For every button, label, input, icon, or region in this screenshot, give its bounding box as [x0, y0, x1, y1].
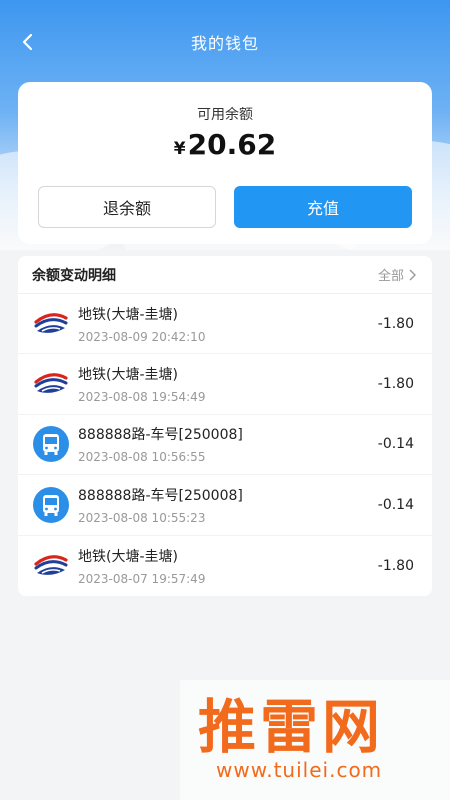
transaction-name: 888888路-车号[250008] [78, 487, 243, 504]
transaction-row[interactable]: 888888路-车号[250008] 2023-08-08 10:55:23 -… [18, 475, 432, 536]
metro-logo-icon [32, 305, 70, 343]
view-all-link[interactable]: 全部 [378, 265, 416, 284]
recharge-button[interactable]: 充值 [234, 186, 412, 228]
transaction-amount: -0.14 [377, 436, 414, 453]
transaction-time: 2023-08-08 10:55:23 [78, 510, 206, 525]
refund-button[interactable]: 退余额 [38, 186, 216, 228]
top-bar: 我的钱包 [0, 20, 450, 64]
chevron-right-icon [408, 269, 416, 281]
transaction-time: 2023-08-07 19:57:49 [78, 571, 206, 586]
back-button[interactable] [14, 28, 42, 56]
page-title: 我的钱包 [190, 34, 259, 53]
transaction-name: 地铁(大塘-圭塘) [78, 306, 178, 323]
balance-label: 可用余额 [197, 107, 253, 123]
transaction-amount: -0.14 [377, 496, 414, 513]
view-all-label: 全部 [377, 269, 404, 284]
metro-logo-icon [32, 547, 70, 585]
transaction-row[interactable]: 888888路-车号[250008] 2023-08-08 10:56:55 -… [18, 415, 432, 476]
transaction-amount: -1.80 [377, 376, 414, 393]
balance-amount: ¥20.62 [18, 128, 432, 161]
transaction-time: 2023-08-09 20:42:10 [78, 329, 206, 344]
site-watermark: 推雷网 www.tuilei.com [180, 680, 450, 800]
transaction-time: 2023-08-08 19:54:49 [78, 390, 206, 405]
history-title: 余额变动明细 [32, 267, 116, 284]
watermark-logo-text: 推雷网 [198, 693, 385, 761]
transaction-name: 888888路-车号[250008] [78, 427, 243, 444]
transaction-amount: -1.80 [377, 557, 414, 574]
transaction-name: 地铁(大塘-圭塘) [78, 367, 178, 384]
transaction-row[interactable]: 地铁(大塘-圭塘) 2023-08-09 20:42:10 -1.80 [18, 294, 432, 355]
balance-value: 20.62 [187, 128, 277, 161]
balance-history-panel: 余额变动明细 全部 地铁(大塘-圭塘) 2023-08-09 20:42:10 … [18, 256, 432, 596]
transaction-row[interactable]: 地铁(大塘-圭塘) 2023-08-08 19:54:49 -1.80 [18, 354, 432, 415]
bus-icon [32, 486, 70, 524]
chevron-left-icon [22, 33, 33, 51]
transaction-row[interactable]: 地铁(大塘-圭塘) 2023-08-07 19:57:49 -1.80 [18, 536, 432, 596]
balance-card: 可用余额 ¥20.62 退余额 充值 [18, 82, 432, 244]
currency-symbol: ¥ [173, 139, 186, 159]
bus-icon [32, 425, 70, 463]
metro-logo-icon [32, 365, 70, 403]
transaction-amount: -1.80 [377, 315, 414, 332]
transaction-time: 2023-08-08 10:56:55 [78, 450, 206, 465]
history-header: 余额变动明细 全部 [18, 256, 432, 294]
watermark-url: www.tuilei.com [216, 758, 383, 782]
transaction-name: 地铁(大塘-圭塘) [78, 548, 178, 565]
